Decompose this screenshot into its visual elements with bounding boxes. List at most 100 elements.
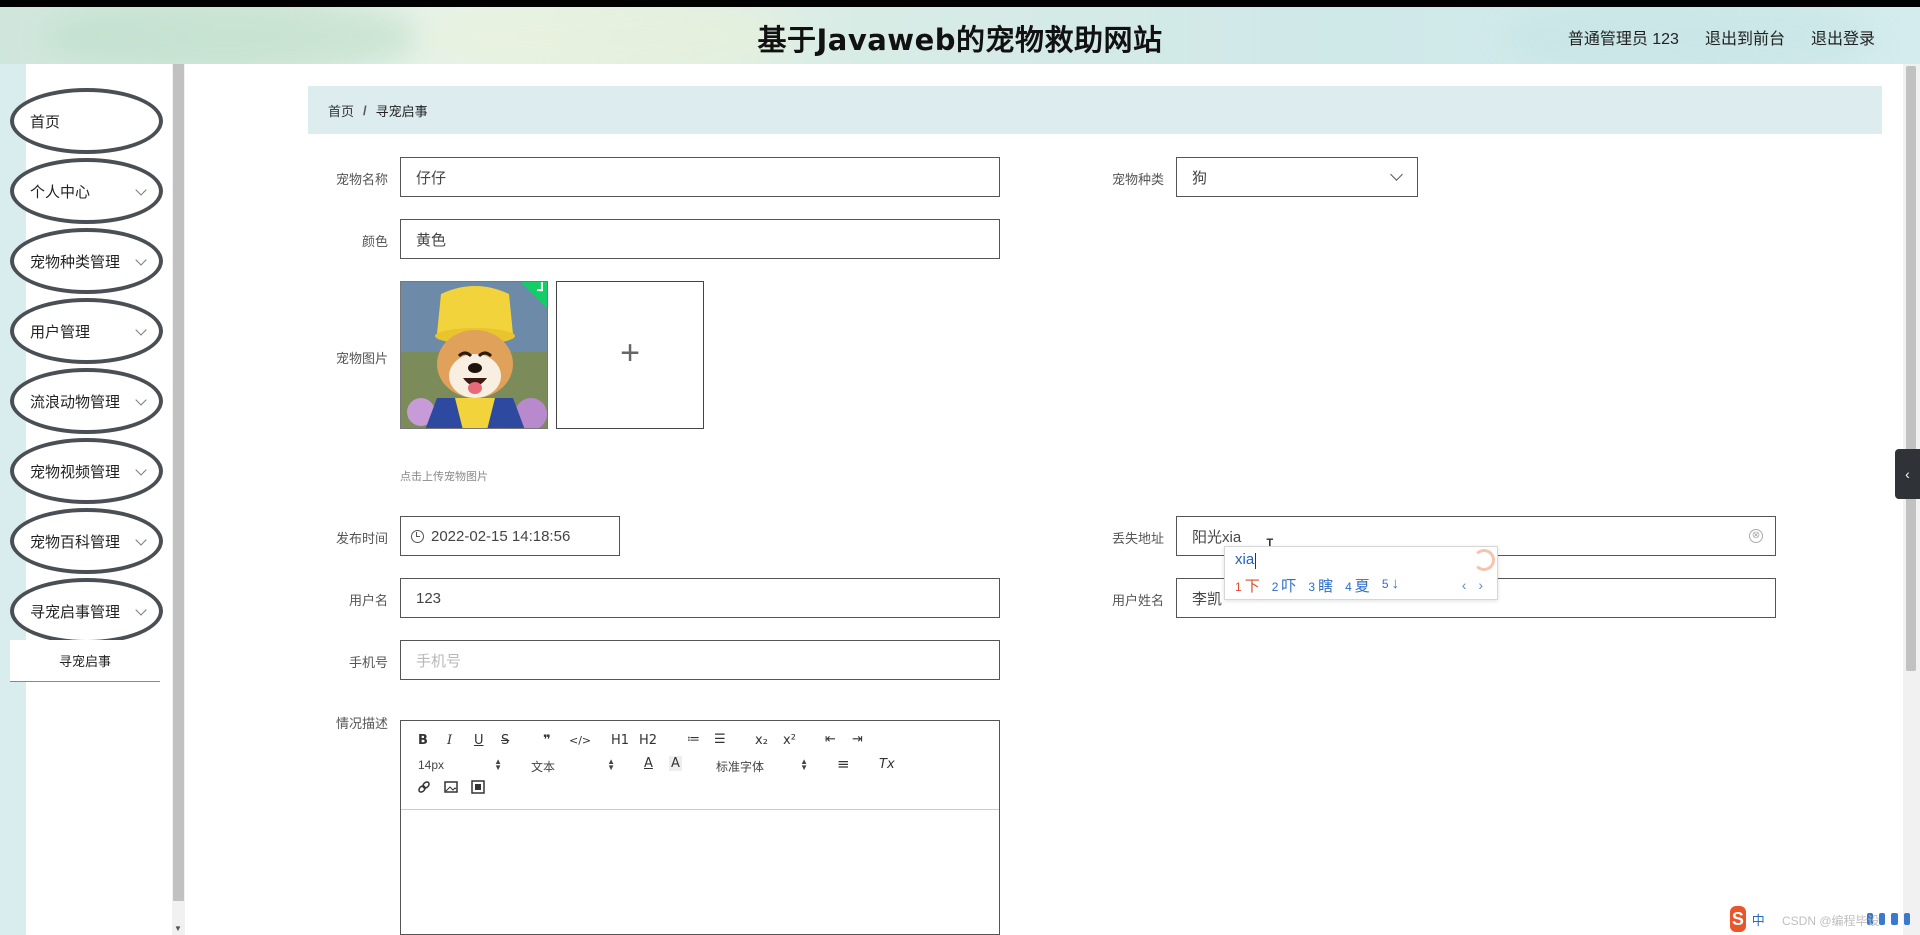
ime-candidate-text: 夏 [1354, 578, 1370, 595]
sidebar-item-users[interactable]: 用户管理 [10, 298, 163, 364]
phone-label: 手机号 [348, 655, 388, 670]
font-color-button[interactable]: A [644, 756, 653, 771]
video-button[interactable] [471, 780, 485, 794]
back-to-front-link[interactable]: 退出到前台 [1705, 25, 1785, 49]
chevron-down-icon [135, 324, 147, 336]
sidebar: 首页 个人中心 宠物种类管理 用户管理 流浪动物管理 宠物视频管理 宠物百科管理… [0, 64, 185, 935]
block-type-picker[interactable]: 文本 ▲ ▼ [531, 758, 615, 775]
header: 基于Javaweb的宠物救助网站 普通管理员 123 退出到前台 退出登录 [0, 7, 1920, 64]
editor-body[interactable] [401, 810, 999, 934]
breadcrumb-home[interactable]: 首页 [328, 101, 354, 120]
color-input[interactable]: 黄色 [400, 219, 1000, 259]
breadcrumb: 首页 / 寻宠启事 [308, 86, 1882, 134]
heading1-button[interactable]: H1 [611, 733, 629, 748]
chevron-left-icon: ‹ [1905, 466, 1910, 482]
indent-button[interactable]: ⇥ [852, 732, 863, 747]
code-block-button[interactable]: </> [569, 734, 591, 747]
align-button[interactable]: ≡ [837, 755, 850, 773]
plus-icon: + [620, 333, 640, 372]
font-size-value: 14px [418, 758, 445, 772]
publish-time-label: 发布时间 [335, 531, 388, 546]
submenu-item-lost-pet-notice[interactable]: 寻宠启事 [10, 640, 160, 682]
background-color-button[interactable]: A [669, 756, 682, 771]
blockquote-button[interactable]: ❞ [543, 733, 551, 748]
ime-composition: xia [1235, 551, 1257, 569]
sidebar-item-stray-animals[interactable]: 流浪动物管理 [10, 368, 163, 434]
underline-button[interactable]: U [474, 733, 484, 748]
ime-candidate[interactable]: 4夏 [1345, 575, 1370, 596]
pet-image-thumbnail[interactable] [400, 281, 548, 429]
chevron-down-icon [135, 464, 147, 476]
updown-icon: ▲ ▼ [800, 757, 808, 772]
bullet-list-button[interactable]: ☰ [714, 732, 726, 747]
sidebar-item-lost-pet-notices[interactable]: 寻宠启事管理 [10, 578, 163, 644]
sidebar-item-label: 个人中心 [30, 183, 91, 201]
sidebar-item-pet-videos[interactable]: 宠物视频管理 [10, 438, 163, 504]
sidebar-scrollbar[interactable]: ▼ [172, 64, 185, 935]
ime-candidate[interactable]: 2吓 [1272, 575, 1297, 596]
rich-text-editor: B I U S ❞ </> H1 H2 ≔ ☰ x₂ x² ⇤ ⇥ 14px ▲… [400, 720, 1000, 935]
ordered-list-button[interactable]: ≔ [687, 732, 700, 747]
italic-button[interactable]: I [447, 733, 452, 748]
chevron-down-icon [1390, 168, 1403, 181]
ime-candidate[interactable]: 3瞎 [1308, 575, 1333, 596]
clock-icon [411, 529, 424, 543]
clear-icon[interactable]: ⊗ [1749, 529, 1763, 543]
chevron-down-icon [135, 254, 147, 266]
chevron-down-icon [135, 534, 147, 546]
link-icon [418, 781, 430, 793]
current-user-label: 普通管理员 123 [1567, 31, 1679, 48]
phone-input[interactable]: 手机号 [400, 640, 1000, 680]
video-icon [471, 780, 485, 794]
heading2-button[interactable]: H2 [639, 733, 657, 748]
ime-candidate[interactable]: 5 ↓ [1382, 575, 1399, 596]
sidebar-item-profile[interactable]: 个人中心 [10, 158, 163, 224]
sidebar-item-pet-wiki[interactable]: 宠物百科管理 [10, 508, 163, 574]
username-label: 用户名 [348, 593, 388, 608]
ime-candidate-num: 2 [1271, 580, 1279, 594]
pet-name-label: 宠物名称 [335, 172, 388, 187]
ime-candidate[interactable]: 1下 [1235, 575, 1260, 596]
pet-name-input[interactable]: 仔仔 [400, 157, 1000, 197]
bold-button[interactable]: B [418, 733, 428, 748]
ime-pager[interactable]: ‹ › [1462, 577, 1487, 593]
chevron-down-icon [135, 184, 147, 196]
publish-time-value: 2022-02-15 14:18:56 [431, 527, 571, 545]
strike-button[interactable]: S [501, 733, 509, 748]
publish-time-picker[interactable]: 2022-02-15 14:18:56 [400, 516, 620, 556]
pet-type-select[interactable]: 狗 [1176, 157, 1418, 197]
ime-mode-indicator[interactable]: 中 [1752, 910, 1765, 929]
skin-icon[interactable] [1891, 913, 1898, 925]
subscript-button[interactable]: x₂ [755, 733, 768, 748]
link-button[interactable] [417, 780, 431, 794]
font-family-value: 标准字体 [716, 760, 765, 774]
sidebar-item-home[interactable]: 首页 [10, 88, 163, 154]
collapse-panel-button[interactable]: ‹ [1895, 449, 1920, 499]
editor-toolbar: B I U S ❞ </> H1 H2 ≔ ☰ x₂ x² ⇤ ⇥ 14px ▲… [401, 721, 999, 810]
font-size-picker[interactable]: 14px ▲ ▼ [418, 758, 502, 773]
image-upload-button[interactable]: + [556, 281, 704, 429]
keyboard-icon[interactable] [1879, 913, 1886, 925]
description-label: 情况描述 [335, 716, 388, 731]
logout-link[interactable]: 退出登录 [1811, 25, 1875, 49]
username-input[interactable]: 123 [400, 578, 1000, 618]
outdent-button[interactable]: ⇤ [825, 732, 836, 747]
sidebar-item-label: 寻宠启事管理 [30, 603, 121, 621]
sidebar-item-pet-type[interactable]: 宠物种类管理 [10, 228, 163, 294]
toolbox-icon[interactable] [1903, 913, 1911, 925]
scroll-down-arrow-icon[interactable]: ▼ [174, 924, 182, 933]
superscript-button[interactable]: x² [783, 733, 796, 748]
sidebar-item-label: 流浪动物管理 [30, 393, 121, 411]
page-scrollbar-thumb[interactable] [1906, 66, 1916, 671]
chevron-down-icon [135, 394, 147, 406]
image-button[interactable] [444, 780, 458, 794]
font-family-picker[interactable]: 标准字体 ▲ ▼ [716, 758, 808, 775]
sogou-logo[interactable]: S [1730, 906, 1746, 932]
page-scrollbar[interactable] [1903, 64, 1920, 935]
clear-format-button[interactable]: Tx [879, 757, 895, 772]
ime-candidate-text: ↓ [1391, 575, 1400, 592]
pet-type-selected: 狗 [1192, 169, 1208, 187]
check-icon [536, 282, 543, 292]
real-name-label: 用户姓名 [1111, 593, 1164, 608]
sidebar-scrollbar-thumb[interactable] [173, 64, 184, 901]
